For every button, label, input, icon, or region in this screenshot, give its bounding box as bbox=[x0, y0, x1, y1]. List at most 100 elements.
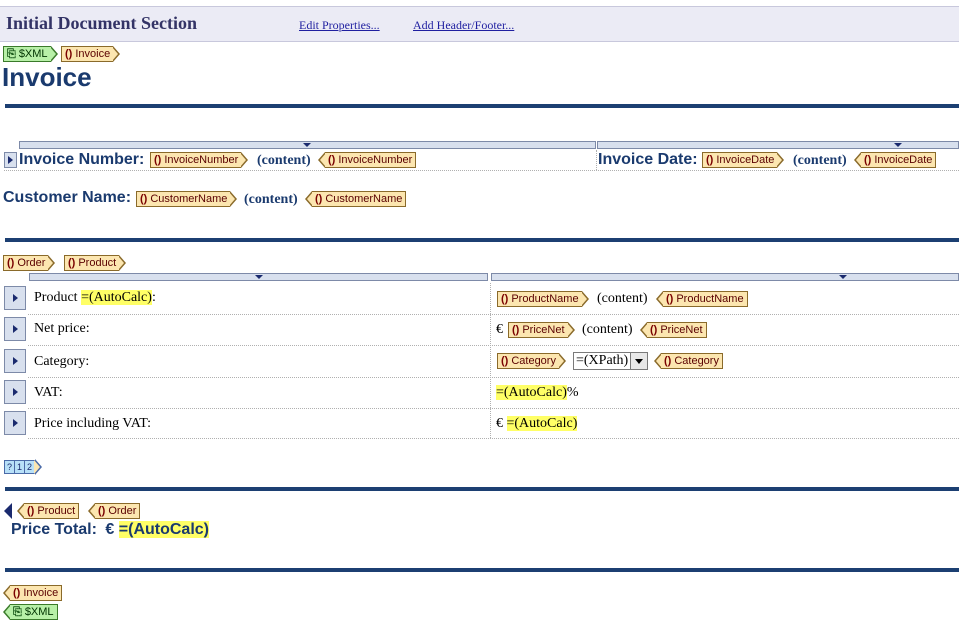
row-separator bbox=[28, 438, 959, 439]
order-end-tag[interactable]: () Order bbox=[88, 503, 141, 519]
tag-label: PriceNet bbox=[522, 324, 565, 336]
chevron-down-icon[interactable] bbox=[630, 353, 648, 369]
column-header-2[interactable] bbox=[597, 141, 959, 149]
price-total-label: Price Total: bbox=[11, 521, 97, 538]
column-separator bbox=[596, 150, 597, 170]
invoicedate-content[interactable]: (content) bbox=[793, 153, 847, 169]
tag-label: InvoiceDate bbox=[716, 154, 775, 166]
invoice-start-tag[interactable]: () Invoice bbox=[61, 46, 121, 62]
autocalc-field[interactable]: =(AutoCalc) bbox=[496, 385, 567, 400]
tag-label: InvoiceDate bbox=[874, 154, 933, 166]
row-handle[interactable] bbox=[4, 286, 26, 310]
row-handle[interactable] bbox=[4, 411, 26, 435]
pricenet-content[interactable]: (content) bbox=[582, 322, 633, 338]
productname-end-tag[interactable]: () ProductName bbox=[656, 291, 748, 307]
invoicedate-start-tag[interactable]: () InvoiceDate bbox=[702, 152, 785, 168]
tag-label: InvoiceNumber bbox=[164, 154, 239, 166]
tag-label: Order bbox=[17, 257, 46, 269]
xml-start-tag[interactable]: ⎘ $XML bbox=[3, 46, 58, 62]
label-text: Product bbox=[34, 290, 82, 305]
price-incl-vat-label: Price including VAT: bbox=[34, 416, 152, 431]
row-handle[interactable] bbox=[4, 152, 17, 168]
element-icon: () bbox=[650, 324, 658, 336]
customername-content[interactable]: (content) bbox=[244, 192, 298, 208]
column-header-1[interactable] bbox=[19, 141, 596, 149]
column-header-2[interactable] bbox=[491, 273, 959, 281]
customername-start-tag[interactable]: () CustomerName bbox=[136, 191, 238, 207]
product-row-label: Product =(AutoCalc): bbox=[34, 290, 156, 306]
element-icon: () bbox=[864, 154, 872, 166]
element-icon: () bbox=[501, 355, 509, 367]
customername-end-tag[interactable]: () CustomerName bbox=[305, 191, 407, 207]
currency-symbol: € bbox=[496, 416, 503, 431]
currency-symbol: € bbox=[496, 322, 503, 337]
row-handle[interactable] bbox=[4, 349, 26, 373]
element-icon: () bbox=[7, 257, 15, 269]
invoicedate-end-tag[interactable]: () InvoiceDate bbox=[854, 152, 937, 168]
tag-label: CustomerName bbox=[325, 193, 403, 205]
vat-value: =(AutoCalc)% bbox=[496, 385, 579, 401]
invoice-tag-label: Invoice bbox=[75, 48, 111, 60]
row-handle[interactable] bbox=[4, 317, 26, 341]
order-start-tag[interactable]: () Order bbox=[3, 255, 56, 271]
percent-symbol: % bbox=[566, 385, 579, 400]
tag-label: PriceNet bbox=[660, 324, 703, 336]
tag-label: Invoice bbox=[23, 587, 59, 599]
tag-label: Category bbox=[674, 355, 719, 367]
category-label: Category: bbox=[34, 354, 90, 369]
invoice-end-tag[interactable]: () Invoice bbox=[3, 585, 63, 601]
tag-label: Order bbox=[108, 505, 137, 517]
productname-content[interactable]: (content) bbox=[597, 291, 648, 307]
autocalc-field[interactable]: =(AutoCalc) bbox=[506, 416, 578, 431]
divider-line bbox=[5, 238, 959, 242]
tag-label: $XML bbox=[24, 606, 54, 618]
document-icon: ⎘ bbox=[13, 606, 22, 618]
element-icon: () bbox=[512, 324, 520, 336]
element-icon: () bbox=[13, 587, 21, 599]
element-icon: () bbox=[666, 293, 674, 305]
edit-properties-link[interactable]: Edit Properties... bbox=[299, 18, 380, 33]
tag-label: CustomerName bbox=[150, 193, 228, 205]
xpath-combo[interactable]: =(XPath) bbox=[573, 352, 649, 370]
invoice-date-label: Invoice Date: bbox=[598, 151, 698, 168]
customer-name-label: Customer Name: bbox=[3, 189, 132, 206]
element-icon: () bbox=[27, 505, 35, 517]
element-icon: () bbox=[98, 505, 106, 517]
autocalc-field[interactable]: =(AutoCalc) bbox=[118, 521, 209, 538]
currency-symbol: € bbox=[105, 521, 115, 538]
pricenet-start-tag[interactable]: () PriceNet bbox=[508, 322, 575, 338]
element-icon: () bbox=[706, 154, 714, 166]
element-icon: () bbox=[140, 193, 148, 205]
vat-label: VAT: bbox=[34, 385, 63, 400]
row-handle[interactable] bbox=[4, 380, 26, 404]
tag-label: Product bbox=[78, 257, 117, 269]
row-separator bbox=[28, 377, 959, 378]
column-header-1[interactable] bbox=[29, 273, 488, 281]
row-separator bbox=[28, 408, 959, 409]
xml-end-tag[interactable]: ⎘ $XML bbox=[3, 604, 58, 620]
tag-label: ProductName bbox=[511, 293, 579, 305]
element-icon: () bbox=[65, 48, 73, 60]
divider-line bbox=[5, 568, 959, 572]
product-end-tag[interactable]: () Product bbox=[17, 503, 80, 519]
page-title: Invoice bbox=[2, 62, 92, 92]
tag-label: ProductName bbox=[676, 293, 744, 305]
collapse-icon[interactable] bbox=[4, 503, 12, 519]
add-header-footer-link[interactable]: Add Header/Footer... bbox=[413, 18, 514, 33]
label-text: : bbox=[151, 290, 156, 305]
category-start-tag[interactable]: () Category bbox=[497, 353, 566, 369]
category-end-tag[interactable]: () Category bbox=[654, 353, 723, 369]
element-icon: () bbox=[315, 193, 323, 205]
productname-start-tag[interactable]: () ProductName bbox=[497, 291, 589, 307]
pager: ? 1 2 bbox=[4, 459, 42, 475]
invoicenumber-start-tag[interactable]: () InvoiceNumber bbox=[150, 152, 249, 168]
autocalc-field[interactable]: =(AutoCalc) bbox=[81, 290, 152, 305]
pricenet-end-tag[interactable]: () PriceNet bbox=[640, 322, 707, 338]
element-icon: () bbox=[328, 154, 336, 166]
row-separator bbox=[28, 314, 959, 315]
invoicenumber-end-tag[interactable]: () InvoiceNumber bbox=[318, 152, 417, 168]
divider-line bbox=[5, 487, 959, 491]
invoicenumber-content[interactable]: (content) bbox=[257, 153, 311, 169]
section-title: Initial Document Section bbox=[6, 13, 197, 33]
product-start-tag[interactable]: () Product bbox=[64, 255, 127, 271]
